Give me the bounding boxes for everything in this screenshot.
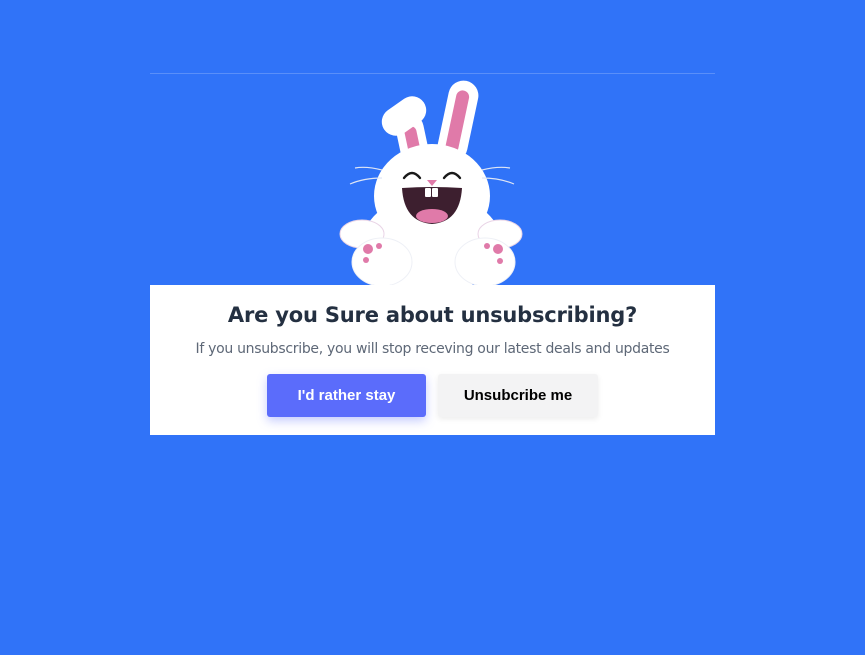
unsubscribe-button[interactable]: Unsubcribe me <box>438 374 598 417</box>
page-background: Are you Sure about unsubscribing? If you… <box>0 0 865 655</box>
dialog-body: Are you Sure about unsubscribing? If you… <box>150 285 715 435</box>
dialog-title: Are you Sure about unsubscribing? <box>227 303 638 327</box>
dialog-hero <box>150 73 715 294</box>
dialog-subtitle: If you unsubscribe, you will stop recevi… <box>195 341 670 357</box>
bunny-left-foot <box>351 237 413 287</box>
bunny-right-foot <box>454 237 516 287</box>
unsubscribe-dialog: Are you Sure about unsubscribing? If you… <box>150 73 715 435</box>
stay-button[interactable]: I'd rather stay <box>267 374 426 417</box>
bunny-illustration <box>150 80 715 294</box>
